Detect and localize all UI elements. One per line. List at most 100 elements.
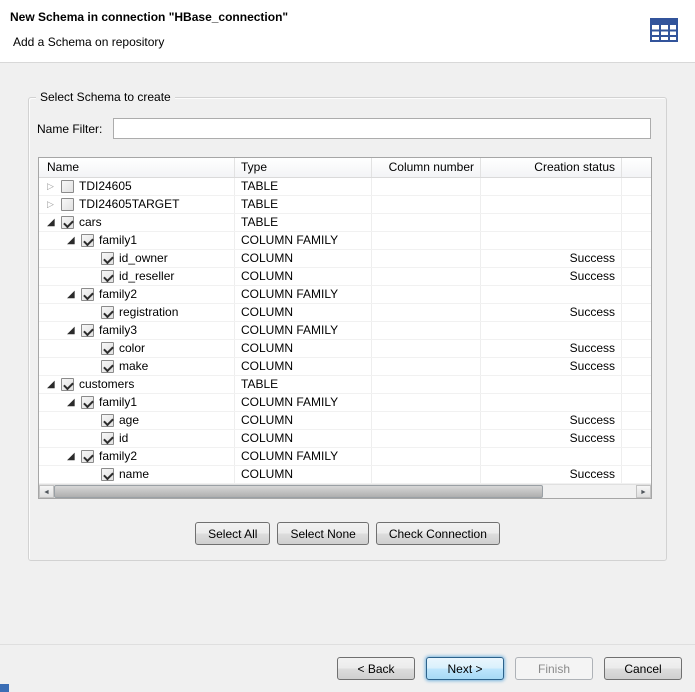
expanded-arrow-icon[interactable]: ◢ xyxy=(67,448,81,465)
row-type: COLUMN FAMILY xyxy=(235,232,372,249)
column-header-creation-status[interactable]: Creation status xyxy=(481,158,622,177)
row-creation-status xyxy=(481,178,622,195)
row-name: cars xyxy=(79,214,102,231)
row-name: id_reseller xyxy=(119,268,174,285)
table-row[interactable]: ◢carsTABLE xyxy=(39,214,651,232)
row-checkbox[interactable] xyxy=(101,252,114,265)
table-row[interactable]: ◢ family1 COLUMN FAMILY xyxy=(39,232,651,250)
row-type: COLUMN FAMILY xyxy=(235,448,372,465)
row-name-cell: ◢family1 xyxy=(39,394,235,411)
select-none-button[interactable]: Select None xyxy=(277,522,368,545)
row-checkbox[interactable] xyxy=(101,270,114,283)
table-row[interactable]: registrationCOLUMNSuccess xyxy=(39,304,651,322)
column-header-name[interactable]: Name xyxy=(39,158,235,177)
row-name: family1 xyxy=(99,232,137,249)
name-filter-row: Name Filter: xyxy=(37,118,651,140)
row-name-cell: ▷TDI24605 xyxy=(39,178,235,195)
select-all-button[interactable]: Select All xyxy=(195,522,270,545)
row-column-number xyxy=(372,250,481,267)
row-checkbox[interactable] xyxy=(61,216,74,229)
expanded-arrow-icon[interactable]: ◢ xyxy=(67,232,81,249)
row-checkbox[interactable] xyxy=(101,414,114,427)
row-column-number xyxy=(372,232,481,249)
column-header-filler xyxy=(622,158,651,177)
table-row[interactable]: id_resellerCOLUMNSuccess xyxy=(39,268,651,286)
row-type: TABLE xyxy=(235,178,372,195)
page-title: New Schema in connection "HBase_connecti… xyxy=(10,10,288,24)
row-name: id xyxy=(119,430,128,447)
table-row[interactable]: ▷TDI24605TARGETTABLE xyxy=(39,196,651,214)
table-row[interactable]: makeCOLUMNSuccess xyxy=(39,358,651,376)
row-column-number xyxy=(372,196,481,213)
row-type: COLUMN xyxy=(235,466,372,483)
row-name: TDI24605TARGET xyxy=(79,196,179,213)
row-creation-status: Success xyxy=(481,430,622,447)
row-checkbox[interactable] xyxy=(81,234,94,247)
row-checkbox[interactable] xyxy=(101,306,114,319)
table-row[interactable]: ◢family2COLUMN FAMILY xyxy=(39,448,651,466)
collapsed-arrow-icon[interactable]: ▷ xyxy=(47,196,61,213)
collapsed-arrow-icon[interactable]: ▷ xyxy=(47,178,61,195)
row-creation-status: Success xyxy=(481,340,622,357)
row-column-number xyxy=(372,286,481,303)
row-filler xyxy=(622,322,651,339)
finish-button[interactable]: Finish xyxy=(515,657,593,680)
window-corner-accent xyxy=(0,684,9,692)
row-filler xyxy=(622,286,651,303)
check-connection-button[interactable]: Check Connection xyxy=(376,522,500,545)
row-name-cell: ▷ TDI24605TARGET xyxy=(39,196,235,213)
table-row[interactable]: ◢family3COLUMN FAMILY xyxy=(39,322,651,340)
expanded-arrow-icon[interactable]: ◢ xyxy=(67,394,81,411)
select-schema-groupbox: Select Schema to create Name Filter: Nam… xyxy=(28,97,667,561)
row-checkbox[interactable] xyxy=(101,468,114,481)
row-checkbox[interactable] xyxy=(61,378,74,391)
scrollbar-thumb[interactable] xyxy=(54,485,543,498)
horizontal-scrollbar[interactable]: ◄ ► xyxy=(39,484,651,498)
column-header-type[interactable]: Type xyxy=(235,158,372,177)
table-row[interactable]: id_ownerCOLUMNSuccess xyxy=(39,250,651,268)
row-column-number xyxy=(372,340,481,357)
cancel-button[interactable]: Cancel xyxy=(604,657,682,680)
row-name-cell: ◢ family1 xyxy=(39,232,235,249)
row-checkbox[interactable] xyxy=(61,180,74,193)
row-name: age xyxy=(119,412,139,429)
expanded-arrow-icon[interactable]: ◢ xyxy=(67,286,81,303)
row-checkbox[interactable] xyxy=(81,396,94,409)
next-button[interactable]: Next > xyxy=(426,657,504,680)
table-row[interactable]: ageCOLUMNSuccess xyxy=(39,412,651,430)
back-button[interactable]: < Back xyxy=(337,657,415,680)
row-filler xyxy=(622,304,651,321)
expanded-arrow-icon[interactable]: ◢ xyxy=(47,214,61,231)
row-filler xyxy=(622,268,651,285)
row-checkbox[interactable] xyxy=(61,198,74,211)
row-name: family3 xyxy=(99,322,137,339)
row-column-number xyxy=(372,394,481,411)
row-filler xyxy=(622,214,651,231)
expanded-arrow-icon[interactable]: ◢ xyxy=(67,322,81,339)
row-name-cell: ◢family2 xyxy=(39,448,235,465)
row-checkbox[interactable] xyxy=(101,342,114,355)
table-row[interactable]: ◢customersTABLE xyxy=(39,376,651,394)
table-row[interactable]: ◢family1COLUMN FAMILY xyxy=(39,394,651,412)
expanded-arrow-icon[interactable]: ◢ xyxy=(47,376,61,393)
row-checkbox[interactable] xyxy=(81,450,94,463)
row-checkbox[interactable] xyxy=(81,324,94,337)
table-row[interactable]: colorCOLUMNSuccess xyxy=(39,340,651,358)
scrollbar-track[interactable] xyxy=(54,485,636,498)
wizard-header: New Schema in connection "HBase_connecti… xyxy=(0,0,695,63)
name-filter-input[interactable] xyxy=(113,118,651,139)
table-row[interactable]: nameCOLUMNSuccess xyxy=(39,466,651,484)
table-row[interactable]: ◢family2COLUMN FAMILY xyxy=(39,286,651,304)
column-header-column-number[interactable]: Column number xyxy=(372,158,481,177)
row-column-number xyxy=(372,412,481,429)
row-checkbox[interactable] xyxy=(81,288,94,301)
scroll-right-arrow-icon[interactable]: ► xyxy=(636,485,651,498)
scroll-left-arrow-icon[interactable]: ◄ xyxy=(39,485,54,498)
row-checkbox[interactable] xyxy=(101,360,114,373)
row-checkbox[interactable] xyxy=(101,432,114,445)
row-name: make xyxy=(119,358,148,375)
table-row[interactable]: ▷TDI24605TABLE xyxy=(39,178,651,196)
row-column-number xyxy=(372,376,481,393)
row-type: COLUMN xyxy=(235,358,372,375)
table-row[interactable]: idCOLUMNSuccess xyxy=(39,430,651,448)
